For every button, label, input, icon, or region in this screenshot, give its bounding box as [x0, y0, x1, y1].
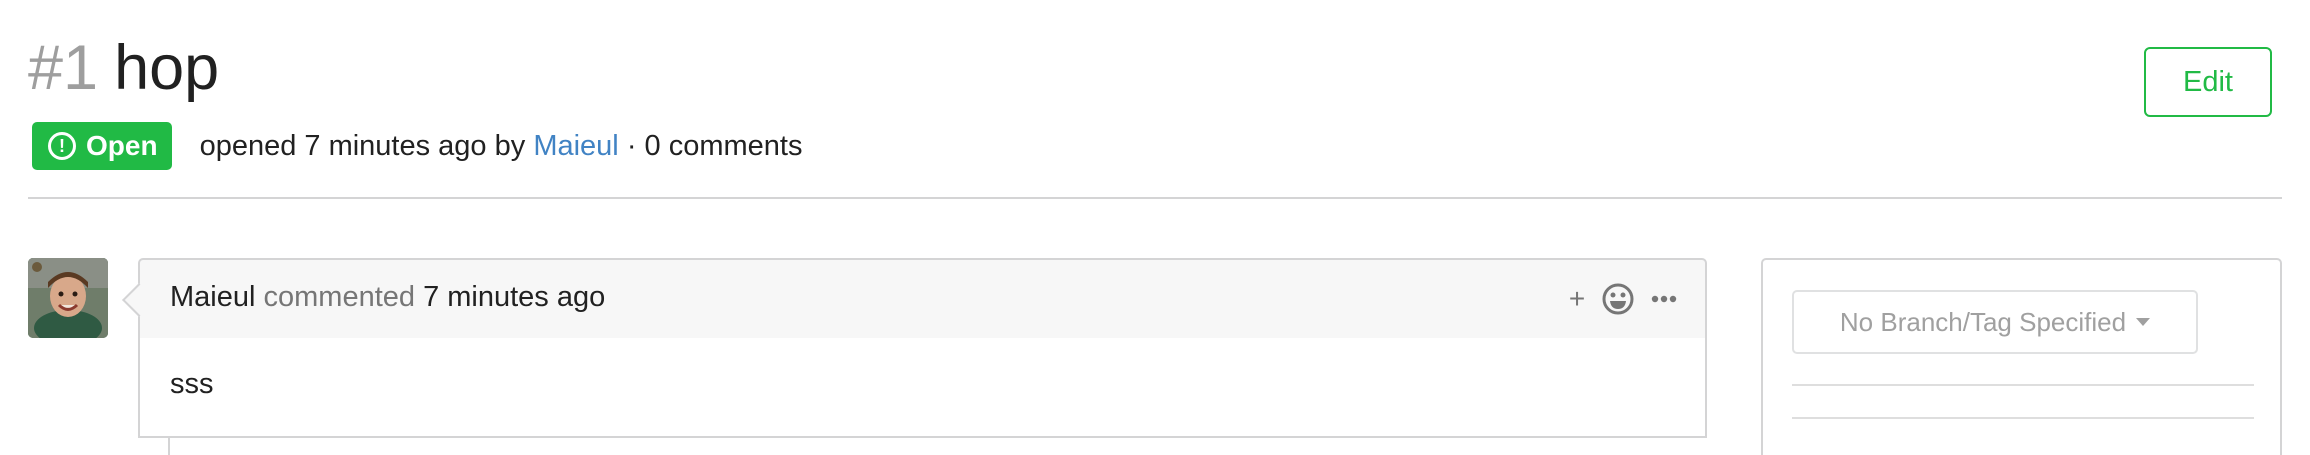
sidebar-divider — [1792, 417, 2254, 419]
issue-title-text: hop — [114, 33, 220, 103]
meta-prefix: opened 7 minutes ago by — [199, 129, 526, 162]
status-badge: ! Open — [32, 122, 172, 170]
comment-body: sss — [138, 338, 1707, 438]
avatar[interactable] — [28, 258, 108, 338]
caret-down-icon — [2136, 318, 2151, 326]
exclamation-circle-icon: ! — [48, 132, 76, 160]
comment-header-text: Maieul commented 7 minutes ago — [170, 281, 605, 314]
smiley-icon[interactable] — [1601, 282, 1635, 316]
ellipsis-icon[interactable] — [1649, 282, 1679, 316]
plus-icon[interactable]: + — [1567, 283, 1587, 315]
issue-title: #1 hop — [28, 30, 219, 106]
comment-author[interactable]: Maieul — [170, 281, 255, 313]
author-link[interactable]: Maieul — [533, 130, 618, 162]
issue-page: #1 hop Edit ! Open opened 7 minutes ago b… — [0, 0, 2310, 455]
branch-tag-select-label: No Branch/Tag Specified — [1839, 306, 2127, 337]
issue-meta-text: opened 7 minutes ago by Maieul · 0 comme… — [200, 130, 803, 163]
comment: Maieul commented 7 minutes ago + sss — [122, 258, 1707, 438]
comment-time: 7 minutes ago — [423, 281, 606, 313]
issue-meta: ! Open opened 7 minutes ago by Maieul · … — [32, 122, 802, 170]
comment-verb: commented — [263, 281, 416, 313]
status-label: Open — [86, 130, 158, 161]
comment-pointer — [122, 283, 156, 317]
timeline-line — [168, 438, 170, 455]
comment-header: Maieul commented 7 minutes ago + — [122, 258, 1707, 340]
branch-tag-select[interactable]: No Branch/Tag Specified — [1792, 290, 2198, 354]
edit-button[interactable]: Edit — [2144, 47, 2272, 117]
comment-actions: + — [1567, 282, 1679, 316]
issue-index: #1 — [28, 33, 99, 103]
sidebar-divider — [1792, 384, 2254, 386]
issue-sidebar: No Branch/Tag Specified — [1761, 258, 2282, 455]
comment-content: sss — [170, 368, 214, 400]
meta-suffix: · 0 comments — [626, 129, 803, 162]
header-divider — [28, 197, 2282, 199]
